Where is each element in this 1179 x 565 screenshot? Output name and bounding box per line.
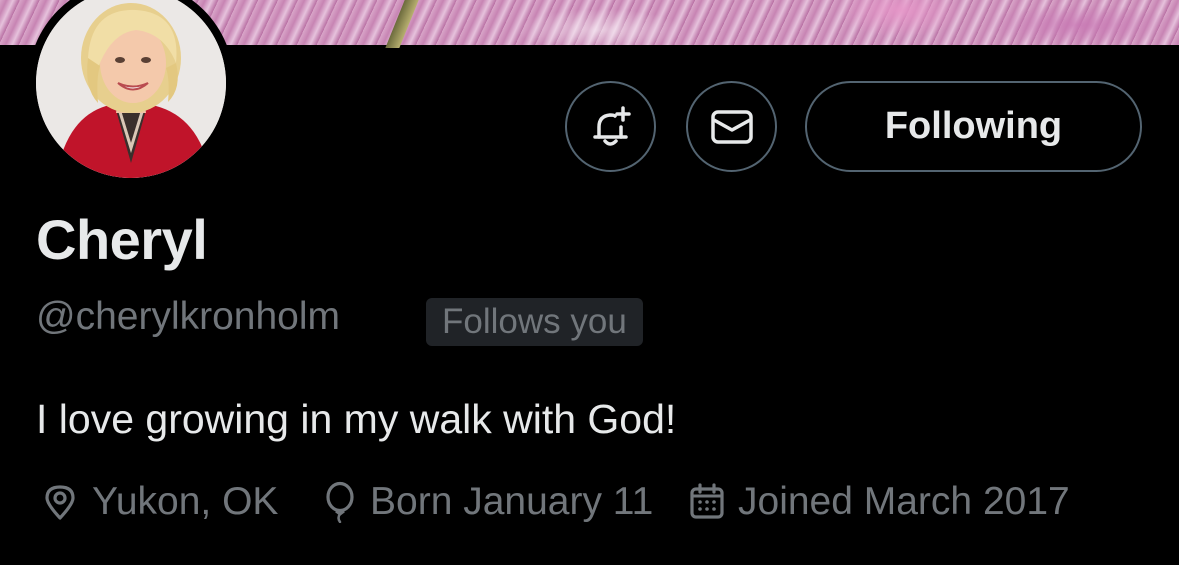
user-handle: @cherylkronholm [36,295,341,338]
location-text: Yukon, OK [92,480,279,523]
profile-bio: I love growing in my walk with God! [36,396,677,442]
joined-text: Joined March 2017 [738,480,1070,523]
joined-meta: Joined March 2017 [688,478,1070,526]
notify-button[interactable] [565,81,656,172]
balloon-icon [326,481,354,523]
message-button[interactable] [686,81,777,172]
birthday-meta: Born January 11 [322,478,653,526]
following-button[interactable]: Following [805,81,1142,172]
calendar-icon [690,483,724,519]
birthday-text: Born January 11 [370,480,654,523]
follows-you-badge: Follows you [426,298,643,346]
location-meta: Yukon, OK [40,478,278,526]
envelope-icon [710,109,753,144]
map-pin-icon [45,485,75,520]
bell-plus-icon [592,105,631,146]
display-name: Cheryl [36,208,208,271]
